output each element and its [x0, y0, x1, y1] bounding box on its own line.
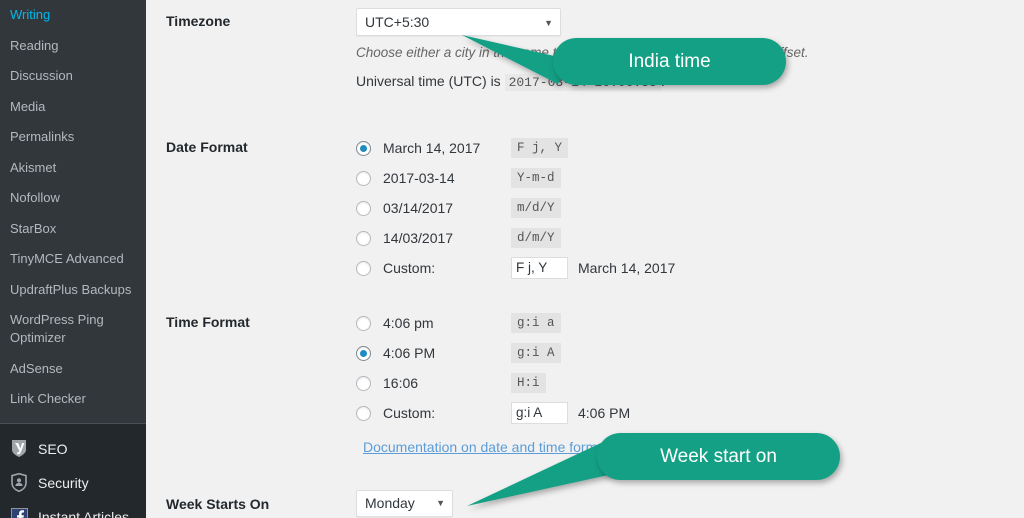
- week-starts-on-row: Week Starts On Monday ▼: [166, 490, 453, 517]
- date-format-custom-preview: March 14, 2017: [578, 260, 676, 276]
- sidebar-item-media[interactable]: Media: [0, 92, 146, 123]
- timezone-selected-value: UTC+5:30: [365, 14, 430, 30]
- date-format-preview-1[interactable]: 2017-03-14: [383, 170, 511, 186]
- timezone-row: Timezone UTC+5:30 ▼ Choose either a city…: [166, 8, 809, 91]
- time-format-custom-option[interactable]: Custom: g:i A 4:06 PM: [356, 398, 630, 428]
- time-format-code-0: g:i a: [511, 313, 561, 333]
- time-format-option[interactable]: 16:06 H:i: [356, 368, 630, 398]
- sidebar-item-label: Security: [38, 474, 89, 491]
- date-format-label: Date Format: [166, 139, 248, 155]
- time-format-radio-1[interactable]: [356, 345, 371, 361]
- time-format-radio-2[interactable]: [356, 375, 371, 391]
- sidebar-item-permalinks[interactable]: Permalinks: [0, 122, 146, 153]
- utc-time-value: 2017-03-14 16:06:55: [504, 74, 661, 91]
- chevron-down-icon: ▼: [544, 18, 553, 28]
- sidebar-item-seo[interactable]: SEO: [0, 432, 146, 466]
- sidebar-item-reading[interactable]: Reading: [0, 31, 146, 62]
- date-format-option[interactable]: March 14, 2017 F j, Y: [356, 133, 675, 163]
- yoast-seo-shield-icon: [9, 439, 29, 459]
- time-format-custom-input[interactable]: g:i A: [511, 402, 568, 424]
- sidebar-item-writing[interactable]: Writing: [0, 0, 146, 31]
- time-format-custom-label[interactable]: Custom:: [383, 405, 511, 421]
- date-format-custom-input[interactable]: F j, Y: [511, 257, 568, 279]
- sidebar-item-discussion[interactable]: Discussion: [0, 61, 146, 92]
- sidebar-item-updraftplus-backups[interactable]: UpdraftPlus Backups: [0, 275, 146, 306]
- time-format-code-1: g:i A: [511, 343, 561, 363]
- time-format-custom-preview: 4:06 PM: [578, 405, 631, 421]
- utc-time-suffix: .: [660, 73, 665, 89]
- sidebar-item-security[interactable]: Security: [0, 466, 146, 500]
- time-format-label: Time Format: [166, 314, 250, 330]
- sidebar-item-link-checker[interactable]: Link Checker: [0, 384, 146, 415]
- time-format-preview-1[interactable]: 4:06 PM: [383, 345, 511, 361]
- sidebar-item-adsense[interactable]: AdSense: [0, 354, 146, 385]
- utc-time-prefix: Universal time (UTC) is: [356, 73, 501, 89]
- week-starts-on-select[interactable]: Monday ▼: [356, 490, 453, 517]
- time-format-row: Time Format 4:06 pm g:i a 4:06 PM g:i A …: [166, 308, 630, 428]
- date-format-radio-1[interactable]: [356, 170, 371, 186]
- sidebar-item-nofollow[interactable]: Nofollow: [0, 183, 146, 214]
- security-shield-icon: [9, 473, 29, 493]
- time-format-code-2: H:i: [511, 373, 546, 393]
- facebook-f-icon: [9, 507, 29, 518]
- utc-time-line: Universal time (UTC) is 2017-03-14 16:06…: [356, 73, 808, 91]
- date-format-radio-3[interactable]: [356, 230, 371, 246]
- time-format-preview-2[interactable]: 16:06: [383, 375, 511, 391]
- date-format-radio-2[interactable]: [356, 200, 371, 216]
- date-format-code-2: m/d/Y: [511, 198, 561, 218]
- date-format-radio-custom[interactable]: [356, 260, 371, 276]
- settings-form: Timezone UTC+5:30 ▼ Choose either a city…: [146, 0, 1024, 518]
- time-format-radio-custom[interactable]: [356, 405, 371, 421]
- time-format-options: 4:06 pm g:i a 4:06 PM g:i A 16:06 H:i Cu…: [356, 308, 630, 428]
- week-starts-on-label: Week Starts On: [166, 495, 270, 512]
- time-format-preview-0[interactable]: 4:06 pm: [383, 315, 511, 331]
- timezone-select[interactable]: UTC+5:30 ▼: [356, 8, 561, 36]
- sidebar-item-label: SEO: [38, 440, 68, 457]
- admin-sidebar: Writing Reading Discussion Media Permali…: [0, 0, 146, 518]
- date-format-custom-option[interactable]: Custom: F j, Y March 14, 2017: [356, 253, 675, 283]
- sidebar-item-wordpress-ping-optimizer[interactable]: WordPress Ping Optimizer: [0, 305, 146, 353]
- plugin-menu: SEO Security Instant Articles: [0, 423, 146, 518]
- time-format-radio-0[interactable]: [356, 315, 371, 331]
- date-format-option[interactable]: 2017-03-14 Y-m-d: [356, 163, 675, 193]
- date-format-option[interactable]: 14/03/2017 d/m/Y: [356, 223, 675, 253]
- sidebar-item-instant-articles[interactable]: Instant Articles: [0, 500, 146, 518]
- time-format-option[interactable]: 4:06 PM g:i A: [356, 338, 630, 368]
- date-format-preview-0[interactable]: March 14, 2017: [383, 140, 511, 156]
- date-format-code-0: F j, Y: [511, 138, 569, 158]
- sidebar-item-label: Instant Articles: [38, 508, 130, 518]
- sidebar-item-tinymce-advanced[interactable]: TinyMCE Advanced: [0, 244, 146, 275]
- week-starts-on-value: Monday: [365, 495, 415, 511]
- timezone-label: Timezone: [166, 13, 231, 29]
- date-format-preview-3[interactable]: 14/03/2017: [383, 230, 511, 246]
- time-format-option[interactable]: 4:06 pm g:i a: [356, 308, 630, 338]
- date-format-code-3: d/m/Y: [511, 228, 561, 248]
- date-format-option[interactable]: 03/14/2017 m/d/Y: [356, 193, 675, 223]
- timezone-help-text: Choose either a city in the same timezon…: [356, 45, 809, 60]
- date-format-radio-0[interactable]: [356, 140, 371, 156]
- sidebar-item-starbox[interactable]: StarBox: [0, 214, 146, 245]
- date-format-row: Date Format March 14, 2017 F j, Y 2017-0…: [166, 133, 675, 283]
- settings-submenu: Writing Reading Discussion Media Permali…: [0, 0, 146, 423]
- chevron-down-icon: ▼: [436, 498, 445, 508]
- date-format-custom-label[interactable]: Custom:: [383, 260, 511, 276]
- sidebar-item-akismet[interactable]: Akismet: [0, 153, 146, 184]
- date-format-preview-2[interactable]: 03/14/2017: [383, 200, 511, 216]
- date-format-code-1: Y-m-d: [511, 168, 561, 188]
- date-format-options: March 14, 2017 F j, Y 2017-03-14 Y-m-d 0…: [356, 133, 675, 283]
- documentation-link[interactable]: Documentation on date and time formattin…: [363, 439, 632, 455]
